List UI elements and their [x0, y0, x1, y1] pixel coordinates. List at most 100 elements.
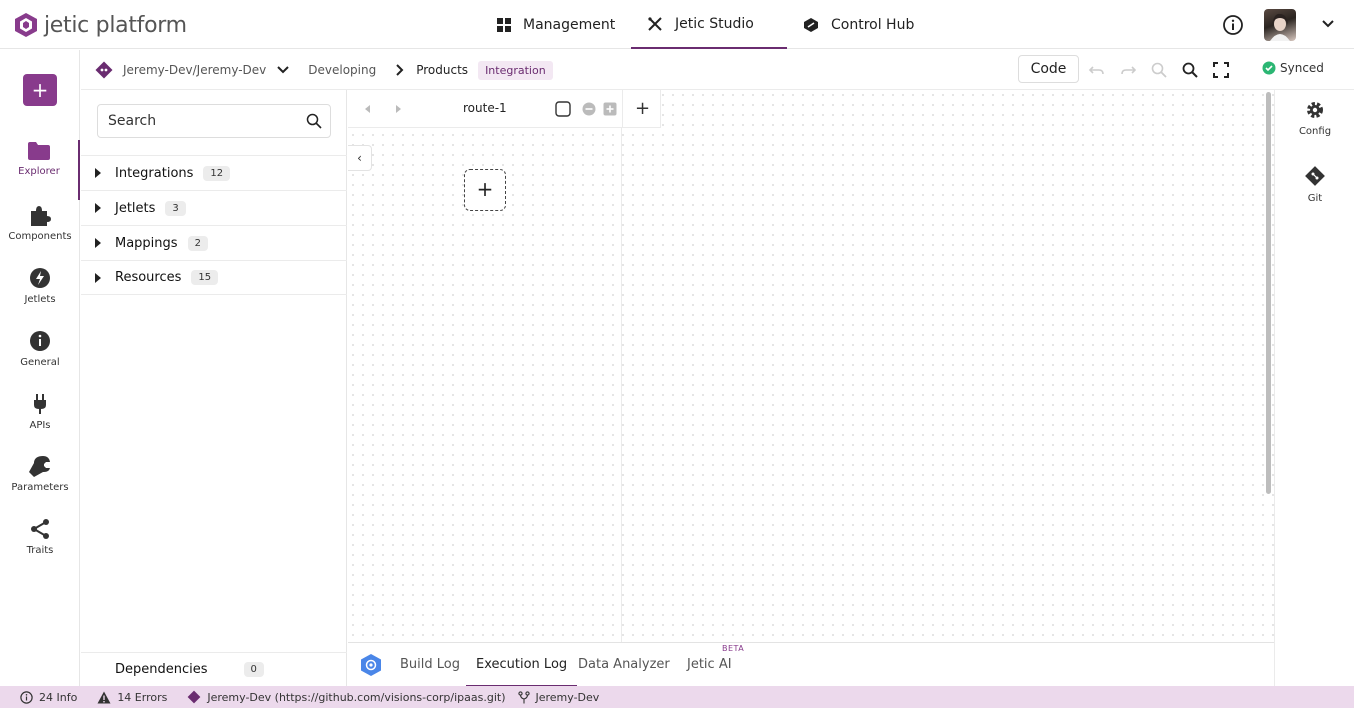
- config-button[interactable]: Config: [1275, 100, 1354, 137]
- rail-item-explorer[interactable]: Explorer: [0, 140, 80, 200]
- count-badge: 12: [203, 165, 231, 181]
- top-bar: jetic platform Management Jetic Studio C…: [0, 0, 1354, 49]
- right-rail: Config Git: [1274, 90, 1354, 686]
- nav-control-hub-label: Control Hub: [831, 16, 915, 33]
- chevron-down-icon[interactable]: [276, 63, 290, 77]
- avatar[interactable]: [1264, 9, 1296, 41]
- folder-icon: [28, 142, 50, 160]
- hexagon-logo-icon: [361, 654, 381, 676]
- arrow-left-icon[interactable]: [363, 104, 373, 114]
- logo[interactable]: jetic platform: [14, 10, 187, 40]
- breadcrumb-stage[interactable]: Developing: [308, 63, 376, 77]
- tab-build-log[interactable]: Build Log: [400, 643, 460, 687]
- sync-status-label: Synced: [1280, 61, 1324, 75]
- nav-control-hub[interactable]: Control Hub: [803, 0, 914, 49]
- redo-icon[interactable]: [1119, 61, 1137, 79]
- explorer-panel: Integrations 12 Jetlets 3 Mappings 2 Res…: [81, 90, 347, 686]
- count-badge: 0: [243, 662, 264, 677]
- tree-item-resources[interactable]: Resources 15: [81, 260, 347, 295]
- route-tab-bar: route-1: [348, 90, 661, 128]
- breadcrumb-project[interactable]: Products: [416, 63, 468, 77]
- git-button[interactable]: Git: [1275, 165, 1354, 204]
- rail-item-label: Explorer: [18, 166, 60, 177]
- status-info[interactable]: 24 Info: [20, 691, 77, 704]
- rail-item-label: APIs: [29, 420, 51, 431]
- branch-icon: [517, 690, 530, 703]
- puzzle-icon: [31, 206, 51, 226]
- code-button[interactable]: Code: [1018, 55, 1079, 83]
- tools-icon: [648, 16, 662, 31]
- info-icon: [20, 690, 33, 704]
- search-input[interactable]: [108, 111, 298, 131]
- chevron-down-icon[interactable]: [1320, 16, 1336, 32]
- git-icon: [1305, 166, 1325, 186]
- nav-management[interactable]: Management: [497, 0, 615, 49]
- count-badge: 15: [191, 270, 219, 285]
- status-info-label: 24 Info: [39, 690, 78, 704]
- collapse-minus-icon[interactable]: [582, 102, 596, 116]
- share-icon: [31, 519, 49, 539]
- status-repo[interactable]: Jeremy-Dev (https://github.com/visions-c…: [187, 690, 506, 704]
- arrow-right-icon[interactable]: [393, 104, 403, 114]
- tree-item-jetlets[interactable]: Jetlets 3: [81, 190, 347, 225]
- breadcrumb: Jeremy-Dev/Jeremy-Dev Developing Product…: [95, 50, 553, 90]
- tree-item-integrations[interactable]: Integrations 12: [81, 155, 347, 190]
- search-box: [97, 104, 331, 138]
- rail-item-jetlets[interactable]: Jetlets: [0, 266, 80, 326]
- tab-execution-log[interactable]: Execution Log: [466, 643, 578, 687]
- collapse-panel-button[interactable]: ‹: [348, 145, 372, 171]
- breadcrumb-type-tag: Integration: [478, 60, 553, 80]
- search-icon[interactable]: [306, 113, 322, 129]
- tab-data-analyzer[interactable]: Data Analyzer: [578, 643, 670, 687]
- caret-right-icon: [95, 168, 101, 178]
- nav-jetic-studio-label: Jetic Studio: [675, 15, 754, 32]
- dependencies-label: Dependencies: [115, 662, 208, 677]
- rail-item-components[interactable]: Components: [0, 203, 80, 263]
- status-branch-label: Jeremy-Dev: [535, 690, 600, 704]
- rail-item-label: Parameters: [11, 482, 69, 493]
- checkbox-icon[interactable]: [555, 101, 571, 117]
- log-tab-bar: Build Log Execution Log Data Analyzer Je…: [348, 642, 1274, 687]
- config-label: Config: [1298, 126, 1332, 137]
- canvas-scrollbar[interactable]: [1266, 92, 1271, 494]
- add-step-button[interactable]: +: [464, 169, 506, 211]
- status-branch[interactable]: Jeremy-Dev: [517, 690, 600, 704]
- caret-right-icon: [95, 272, 101, 283]
- breadcrumb-bar: Jeremy-Dev/Jeremy-Dev Developing Product…: [81, 50, 1354, 90]
- beta-badge: BETA: [722, 644, 745, 653]
- dependencies-row[interactable]: Dependencies 0: [81, 652, 347, 686]
- undo-icon[interactable]: [1088, 61, 1106, 79]
- add-button[interactable]: +: [23, 74, 57, 106]
- tree-item-label: Jetlets: [115, 200, 156, 216]
- grid-icon: [497, 17, 511, 32]
- synced-check-icon: [1262, 61, 1276, 75]
- zoom-out-icon[interactable]: [1150, 61, 1168, 79]
- chevron-right-icon: [396, 64, 404, 76]
- caret-right-icon: [95, 203, 101, 213]
- rail-item-label: Traits: [26, 545, 54, 556]
- route-tab-label[interactable]: route-1: [463, 101, 507, 115]
- left-rail: + Explorer Components Jetlets General AP…: [0, 50, 80, 686]
- sync-status: Synced: [1262, 61, 1324, 75]
- wrench-icon: [29, 456, 50, 477]
- rail-item-traits[interactable]: Traits: [0, 517, 80, 577]
- rail-item-parameters[interactable]: Parameters: [0, 454, 80, 514]
- route-canvas[interactable]: route-1 + ‹ +: [348, 90, 1274, 642]
- nav-jetic-studio[interactable]: Jetic Studio: [631, 0, 787, 49]
- gear-icon: [1307, 102, 1323, 118]
- count-badge: 2: [187, 235, 208, 251]
- git-icon: [187, 690, 201, 704]
- add-route-button[interactable]: +: [622, 90, 662, 128]
- zoom-in-icon[interactable]: [1181, 61, 1199, 79]
- fullscreen-icon[interactable]: [1212, 61, 1230, 79]
- caret-right-icon: [95, 238, 101, 248]
- status-errors[interactable]: 14 Errors: [97, 691, 167, 704]
- info-icon[interactable]: [1222, 14, 1244, 36]
- plug-icon: [34, 394, 46, 414]
- expand-plus-icon[interactable]: [603, 102, 617, 116]
- tree-item-mappings[interactable]: Mappings 2: [81, 225, 347, 260]
- rail-item-apis[interactable]: APIs: [0, 392, 80, 452]
- nav-management-label: Management: [523, 16, 616, 33]
- rail-item-general[interactable]: General: [0, 329, 80, 389]
- breadcrumb-repo[interactable]: Jeremy-Dev/Jeremy-Dev: [123, 63, 266, 77]
